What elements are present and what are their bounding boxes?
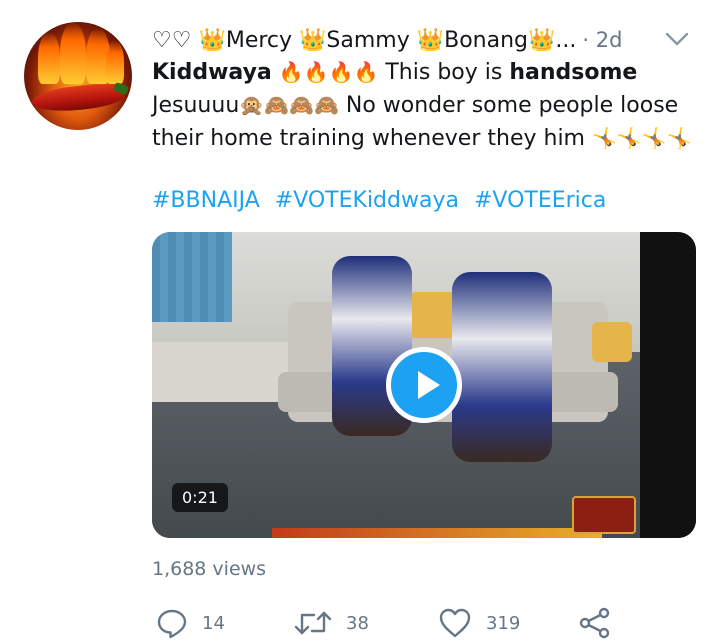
video-player[interactable]: 0:21 [152,232,696,538]
heart-icon [438,607,472,639]
flame-shape [60,22,86,84]
video-scene-panel [152,232,232,322]
video-scene-edge [640,232,696,538]
chili-shape [30,81,126,115]
action-bar: 14 38 319 [152,606,622,640]
hashtag-link[interactable]: #VOTEErica [474,188,606,213]
hashtag-link[interactable]: #VOTEKiddwaya [275,188,459,213]
play-button[interactable] [386,347,462,423]
share-icon [578,607,612,639]
reply-icon [156,607,188,639]
like-button[interactable]: 319 [438,606,520,640]
hashtags: #BBNAIJA #VOTEKiddwaya #VOTEErica [152,188,614,213]
bold-word: handsome [509,60,638,85]
tweet-text: Kiddwaya 🔥🔥🔥🔥 This boy is handsome Jesuu… [152,56,692,155]
mentioned-name: Kiddwaya [152,60,272,85]
video-scene-person [452,272,552,462]
video-scene-logo [572,496,636,534]
retweet-icon [294,607,332,639]
user-avatar[interactable] [24,22,132,130]
like-count: 319 [486,612,521,634]
play-icon [418,371,440,399]
video-scene-rug [152,342,292,402]
retweet-button[interactable]: 38 [294,606,369,640]
text-segment: Jesuuuu [152,93,240,118]
video-scene-banner [272,528,602,538]
reply-button[interactable]: 14 [156,606,225,640]
hashtag-link[interactable]: #BBNAIJA [152,188,260,213]
tweet-header: ♡♡ 👑Mercy 👑Sammy 👑Bonang👑... · 2d [152,24,690,56]
chevron-down-icon[interactable] [664,26,690,52]
share-button[interactable] [578,606,612,640]
video-duration: 0:21 [172,483,228,512]
timestamp[interactable]: · 2d [582,28,622,52]
view-count: 1,688 views [152,558,267,580]
fire-emojis: 🔥🔥🔥🔥 [278,60,379,84]
video-scene-pillow [592,322,632,362]
reply-count: 14 [202,612,225,634]
flame-shape [106,40,124,84]
cartwheel-emojis: 🤸🤸🤸🤸 [591,126,692,150]
text-segment: This boy is [378,60,510,85]
display-name[interactable]: ♡♡ 👑Mercy 👑Sammy 👑Bonang👑... [152,28,576,53]
flame-shape [38,32,60,84]
monkey-emojis: 🙊🙈🙈🙈 [239,93,339,117]
retweet-count: 38 [346,612,369,634]
